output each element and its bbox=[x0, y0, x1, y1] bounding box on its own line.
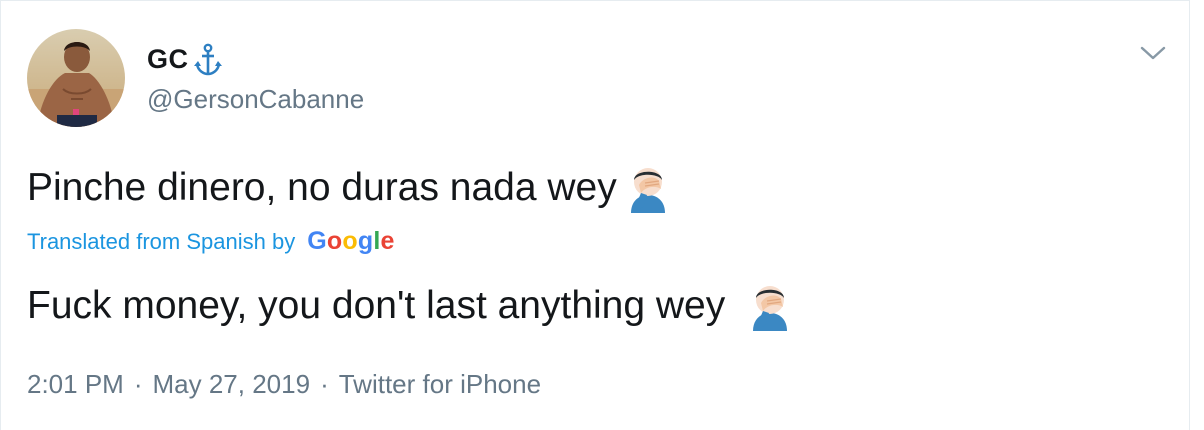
translation-attribution: Translated from Spanish by Google bbox=[27, 227, 395, 256]
tweet-text: Pinche dinero, no duras nada wey bbox=[27, 163, 671, 213]
translated-body: Fuck money, you don't last anything wey bbox=[27, 284, 726, 327]
tweet-date[interactable]: May 27, 2019 bbox=[153, 369, 311, 400]
chevron-down-icon[interactable] bbox=[1139, 43, 1167, 63]
facepalm-icon bbox=[747, 281, 793, 331]
user-handle[interactable]: @GersonCabanne bbox=[147, 84, 364, 115]
author-names: GC @GersonCabanne bbox=[147, 42, 364, 115]
google-logo: Google bbox=[307, 227, 395, 255]
display-name[interactable]: GC bbox=[147, 44, 189, 75]
meta-separator: · bbox=[133, 369, 143, 399]
anchor-icon bbox=[193, 43, 223, 77]
meta-separator: · bbox=[320, 369, 329, 399]
tweet-source[interactable]: Twitter for iPhone bbox=[339, 369, 541, 400]
translated-text: Fuck money, you don't last anything wey bbox=[27, 281, 793, 331]
tweet-meta: 2:01 PM · May 27, 2019 · Twitter for iPhone bbox=[27, 369, 541, 400]
tweet-time[interactable]: 2:01 PM bbox=[27, 369, 124, 400]
translated-from-link[interactable]: Translated from Spanish by bbox=[27, 229, 295, 255]
tweet-header: GC @GersonCabanne bbox=[27, 29, 364, 127]
tweet-body: Pinche dinero, no duras nada wey bbox=[27, 166, 617, 209]
avatar[interactable] bbox=[27, 29, 125, 127]
avatar-photo-icon bbox=[27, 29, 125, 127]
display-name-row[interactable]: GC bbox=[147, 42, 364, 78]
facepalm-icon bbox=[625, 163, 671, 213]
tweet-card: GC @GersonCabanne Pinche dinero, no dura… bbox=[0, 0, 1190, 430]
